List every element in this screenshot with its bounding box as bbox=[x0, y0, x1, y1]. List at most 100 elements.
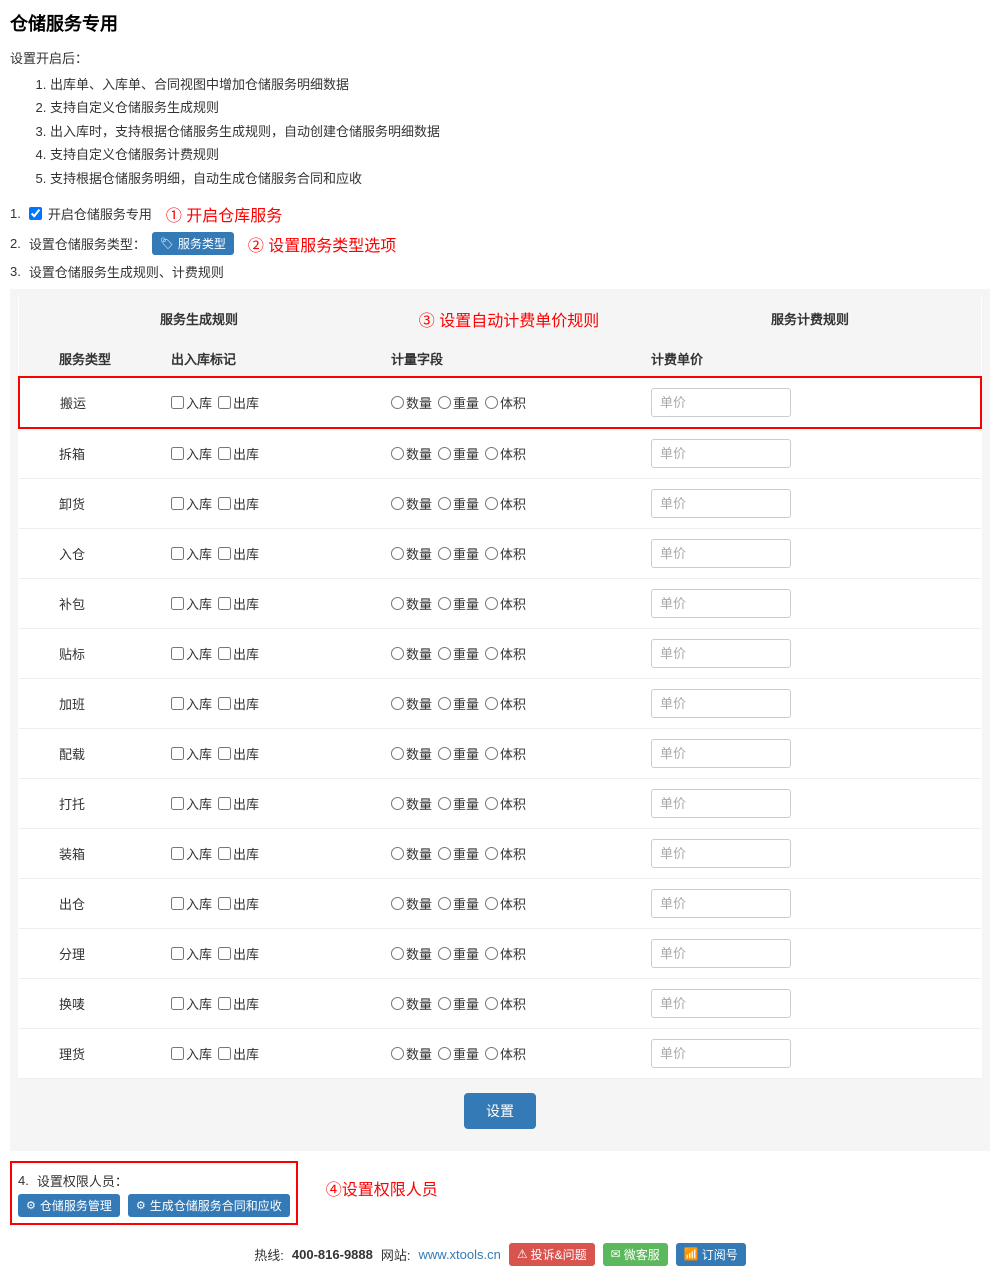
mark-out-checkbox[interactable] bbox=[218, 1047, 231, 1060]
field-weight-radio[interactable] bbox=[438, 597, 451, 610]
field-vol-label[interactable]: 体积 bbox=[485, 594, 526, 613]
field-weight-radio[interactable] bbox=[438, 747, 451, 760]
mark-out-checkbox[interactable] bbox=[218, 497, 231, 510]
field-qty-label[interactable]: 数量 bbox=[391, 694, 432, 713]
mark-in-checkbox[interactable] bbox=[171, 497, 184, 510]
field-vol-label[interactable]: 体积 bbox=[485, 494, 526, 513]
field-weight-radio[interactable] bbox=[438, 697, 451, 710]
field-qty-label[interactable]: 数量 bbox=[391, 894, 432, 913]
field-qty-radio[interactable] bbox=[391, 797, 404, 810]
mark-in-checkbox[interactable] bbox=[171, 697, 184, 710]
subscribe-badge[interactable]: 📶 订阅号 bbox=[676, 1243, 746, 1266]
price-input[interactable] bbox=[651, 589, 791, 618]
field-qty-radio[interactable] bbox=[391, 597, 404, 610]
mark-in-checkbox[interactable] bbox=[171, 547, 184, 560]
field-qty-label[interactable]: 数量 bbox=[391, 844, 432, 863]
field-vol-label[interactable]: 体积 bbox=[485, 944, 526, 963]
mark-in-checkbox[interactable] bbox=[171, 797, 184, 810]
mark-in-label[interactable]: 入库 bbox=[171, 694, 212, 713]
field-vol-label[interactable]: 体积 bbox=[485, 794, 526, 813]
mark-in-label[interactable]: 入库 bbox=[171, 594, 212, 613]
field-vol-radio[interactable] bbox=[485, 447, 498, 460]
field-vol-radio[interactable] bbox=[485, 497, 498, 510]
field-vol-label[interactable]: 体积 bbox=[485, 644, 526, 663]
field-weight-label[interactable]: 重量 bbox=[438, 494, 479, 513]
field-vol-radio[interactable] bbox=[485, 697, 498, 710]
field-weight-label[interactable]: 重量 bbox=[438, 794, 479, 813]
field-qty-radio[interactable] bbox=[391, 997, 404, 1010]
field-weight-label[interactable]: 重量 bbox=[438, 994, 479, 1013]
mark-in-label[interactable]: 入库 bbox=[171, 794, 212, 813]
field-vol-label[interactable]: 体积 bbox=[485, 444, 526, 463]
generate-contract-button[interactable]: ⚙ 生成仓储服务合同和应收 bbox=[128, 1194, 290, 1217]
field-qty-radio[interactable] bbox=[391, 547, 404, 560]
field-weight-radio[interactable] bbox=[438, 797, 451, 810]
price-input[interactable] bbox=[651, 839, 791, 868]
price-input[interactable] bbox=[651, 639, 791, 668]
complaint-badge[interactable]: ⚠ 投诉&问题 bbox=[509, 1243, 595, 1266]
field-qty-label[interactable]: 数量 bbox=[391, 494, 432, 513]
field-vol-label[interactable]: 体积 bbox=[485, 393, 526, 412]
field-vol-label[interactable]: 体积 bbox=[485, 894, 526, 913]
field-weight-radio[interactable] bbox=[438, 396, 451, 409]
field-vol-radio[interactable] bbox=[485, 396, 498, 409]
mark-out-label[interactable]: 出库 bbox=[218, 644, 259, 663]
service-type-button[interactable]: 🏷 服务类型 bbox=[152, 232, 234, 255]
field-weight-radio[interactable] bbox=[438, 497, 451, 510]
field-vol-radio[interactable] bbox=[485, 747, 498, 760]
price-input[interactable] bbox=[651, 489, 791, 518]
storage-manage-button[interactable]: ⚙ 仓储服务管理 bbox=[18, 1194, 120, 1217]
field-qty-label[interactable]: 数量 bbox=[391, 644, 432, 663]
field-weight-label[interactable]: 重量 bbox=[438, 594, 479, 613]
field-weight-label[interactable]: 重量 bbox=[438, 544, 479, 563]
mark-out-checkbox[interactable] bbox=[218, 396, 231, 409]
field-weight-radio[interactable] bbox=[438, 947, 451, 960]
mark-out-label[interactable]: 出库 bbox=[218, 694, 259, 713]
field-vol-radio[interactable] bbox=[485, 947, 498, 960]
field-qty-radio[interactable] bbox=[391, 697, 404, 710]
mark-out-checkbox[interactable] bbox=[218, 747, 231, 760]
mark-out-label[interactable]: 出库 bbox=[218, 744, 259, 763]
price-input[interactable] bbox=[651, 539, 791, 568]
field-vol-label[interactable]: 体积 bbox=[485, 694, 526, 713]
mark-in-checkbox[interactable] bbox=[171, 897, 184, 910]
field-weight-radio[interactable] bbox=[438, 447, 451, 460]
enable-service-checkbox[interactable] bbox=[29, 207, 42, 220]
field-vol-label[interactable]: 体积 bbox=[485, 994, 526, 1013]
field-qty-radio[interactable] bbox=[391, 847, 404, 860]
field-weight-radio[interactable] bbox=[438, 1047, 451, 1060]
field-weight-label[interactable]: 重量 bbox=[438, 393, 479, 412]
mark-in-checkbox[interactable] bbox=[171, 396, 184, 409]
field-weight-label[interactable]: 重量 bbox=[438, 694, 479, 713]
field-weight-label[interactable]: 重量 bbox=[438, 444, 479, 463]
price-input[interactable] bbox=[651, 889, 791, 918]
mark-in-label[interactable]: 入库 bbox=[171, 894, 212, 913]
field-weight-label[interactable]: 重量 bbox=[438, 844, 479, 863]
mark-out-label[interactable]: 出库 bbox=[218, 444, 259, 463]
field-qty-label[interactable]: 数量 bbox=[391, 393, 432, 412]
field-weight-label[interactable]: 重量 bbox=[438, 644, 479, 663]
field-qty-radio[interactable] bbox=[391, 897, 404, 910]
price-input[interactable] bbox=[651, 1039, 791, 1068]
field-vol-radio[interactable] bbox=[485, 1047, 498, 1060]
mark-in-checkbox[interactable] bbox=[171, 747, 184, 760]
field-vol-radio[interactable] bbox=[485, 597, 498, 610]
mark-in-label[interactable]: 入库 bbox=[171, 744, 212, 763]
site-link[interactable]: www.xtools.cn bbox=[419, 1247, 501, 1262]
field-vol-label[interactable]: 体积 bbox=[485, 744, 526, 763]
field-qty-label[interactable]: 数量 bbox=[391, 744, 432, 763]
field-qty-label[interactable]: 数量 bbox=[391, 444, 432, 463]
mark-out-label[interactable]: 出库 bbox=[218, 894, 259, 913]
mark-out-checkbox[interactable] bbox=[218, 797, 231, 810]
mark-out-label[interactable]: 出库 bbox=[218, 794, 259, 813]
mark-in-checkbox[interactable] bbox=[171, 997, 184, 1010]
field-weight-radio[interactable] bbox=[438, 547, 451, 560]
field-qty-label[interactable]: 数量 bbox=[391, 794, 432, 813]
field-qty-radio[interactable] bbox=[391, 1047, 404, 1060]
price-input[interactable] bbox=[651, 789, 791, 818]
mark-out-checkbox[interactable] bbox=[218, 947, 231, 960]
field-weight-label[interactable]: 重量 bbox=[438, 944, 479, 963]
mark-in-label[interactable]: 入库 bbox=[171, 994, 212, 1013]
mark-out-checkbox[interactable] bbox=[218, 647, 231, 660]
mark-in-label[interactable]: 入库 bbox=[171, 494, 212, 513]
